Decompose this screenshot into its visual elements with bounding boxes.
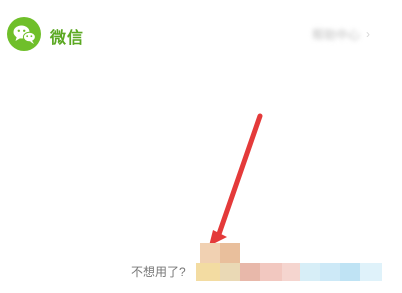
pixel-block: [240, 263, 260, 281]
pixel-block: [220, 263, 240, 281]
pixel-block: [282, 263, 300, 281]
footer-hint-text: 不想用了?: [131, 264, 186, 279]
pixel-block: [320, 263, 340, 281]
footer-hint: 不想用了?: [131, 263, 186, 279]
pixel-block: [360, 263, 382, 281]
pixel-block: [196, 263, 220, 281]
pixel-block: [340, 263, 360, 281]
pixel-block: [200, 243, 220, 263]
pixelated-link-area[interactable]: [196, 243, 382, 281]
pixel-block: [260, 263, 282, 281]
pixel-block: [220, 243, 240, 263]
pixel-block: [300, 263, 320, 281]
